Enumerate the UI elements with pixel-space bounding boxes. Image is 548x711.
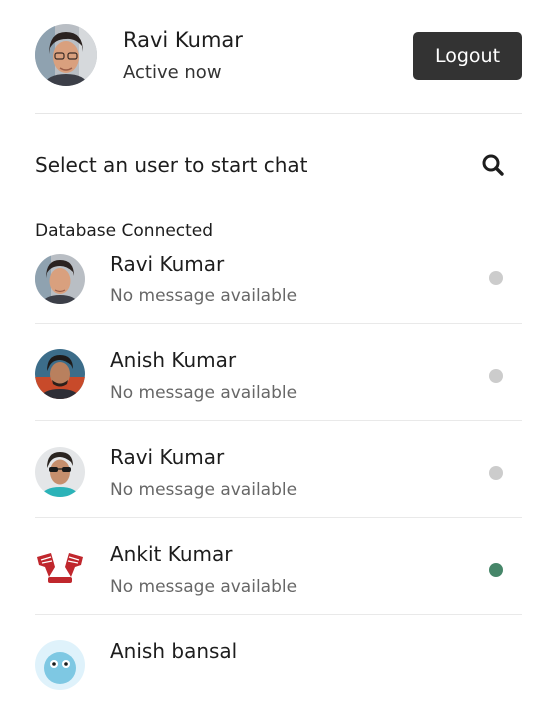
user-last-message: No message available xyxy=(110,383,298,403)
user-last-message: No message available xyxy=(110,480,298,500)
header-divider xyxy=(35,113,522,114)
current-user-name: Ravi Kumar xyxy=(123,28,243,52)
search-icon xyxy=(482,154,504,176)
user-name: Ankit Kumar xyxy=(110,542,233,566)
search-button[interactable] xyxy=(478,150,510,182)
user-avatar xyxy=(35,543,85,593)
user-name: Anish bansal xyxy=(110,639,238,663)
search-title: Select an user to start chat xyxy=(35,153,308,177)
offline-status-dot xyxy=(489,466,503,480)
user-list-item[interactable]: Ankit Kumar No message available xyxy=(35,518,522,615)
user-list-item[interactable]: Anish Kumar No message available xyxy=(35,324,522,421)
user-last-message: No message available xyxy=(110,577,298,597)
user-list-item[interactable]: Ravi Kumar No message available xyxy=(35,250,522,324)
user-name: Anish Kumar xyxy=(110,348,237,372)
offline-status-dot xyxy=(489,271,503,285)
profile-header: Ravi Kumar Active now Logout xyxy=(35,24,522,88)
current-user-avatar xyxy=(35,24,97,86)
offline-status-dot xyxy=(489,369,503,383)
database-status: Database Connected xyxy=(35,221,214,241)
user-avatar xyxy=(35,640,85,690)
user-name: Ravi Kumar xyxy=(110,252,225,276)
logout-button[interactable]: Logout xyxy=(413,32,522,80)
current-user-status: Active now xyxy=(123,62,222,83)
user-avatar xyxy=(35,447,85,497)
user-name: Ravi Kumar xyxy=(110,445,225,469)
user-list-item[interactable]: Anish bansal xyxy=(35,615,522,711)
user-avatar xyxy=(35,349,85,399)
search-bar: Select an user to start chat xyxy=(35,148,522,184)
online-status-dot xyxy=(489,563,503,577)
user-list: Ravi Kumar No message available Anish Ku… xyxy=(35,250,522,711)
user-list-item[interactable]: Ravi Kumar No message available xyxy=(35,421,522,518)
user-avatar xyxy=(35,254,85,304)
user-last-message: No message available xyxy=(110,286,298,306)
